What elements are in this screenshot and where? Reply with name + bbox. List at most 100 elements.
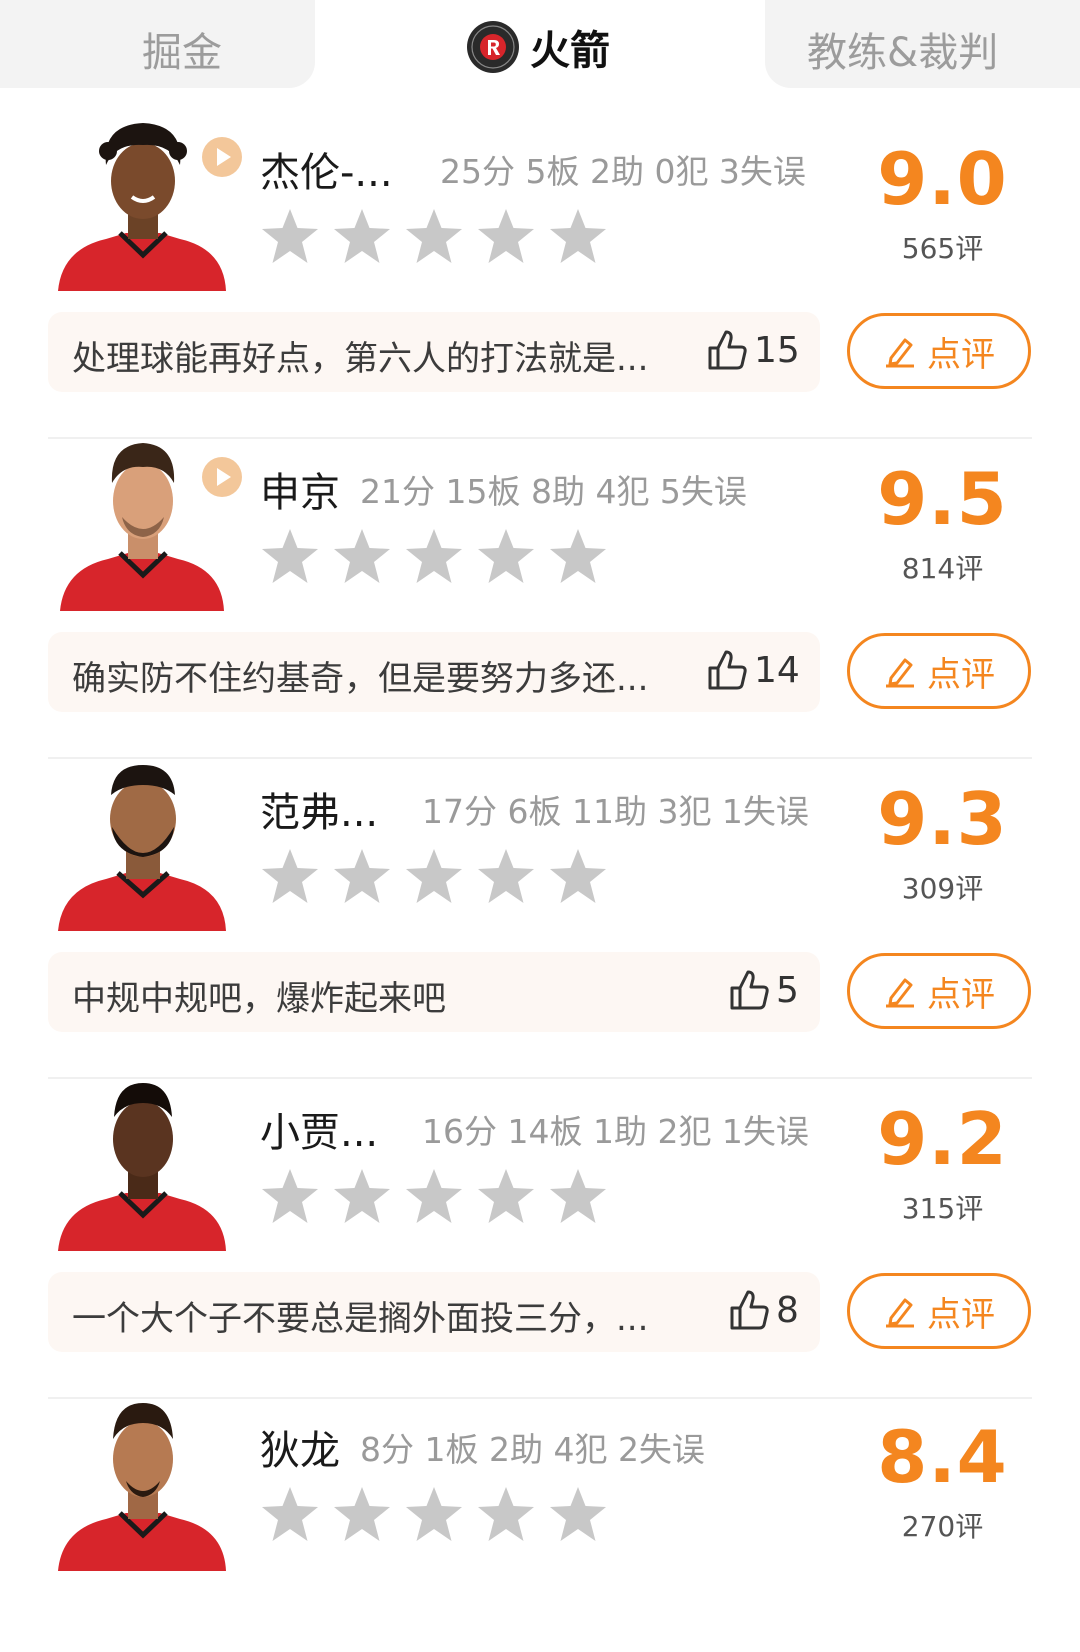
star-icon[interactable] [332, 1485, 392, 1543]
player-stats: 21分 15板 8助 4犯 5失误 [360, 472, 747, 511]
pen-icon [886, 338, 914, 368]
player-card: 狄龙 8分 1板 2助 4犯 2失误 8.4 270评 [0, 1393, 1080, 1652]
rating-count: 315评 [901, 1192, 984, 1225]
player-name[interactable]: 狄龙 [260, 1418, 340, 1476]
like-button[interactable]: 15 [706, 328, 800, 372]
star-icon[interactable] [476, 847, 536, 905]
rating-stars[interactable] [260, 1485, 620, 1543]
star-icon[interactable] [476, 207, 536, 265]
play-video-icon[interactable] [201, 456, 243, 498]
thumbs-up-icon [730, 970, 769, 1010]
rating-count: 309评 [901, 872, 984, 905]
player-avatar[interactable] [58, 755, 226, 931]
star-icon[interactable] [476, 1485, 536, 1543]
tab-rockets[interactable]: 火箭 [466, 18, 610, 76]
like-count: 15 [754, 329, 800, 371]
star-icon[interactable] [260, 527, 320, 585]
review-button[interactable]: 点评 [847, 633, 1031, 709]
player-stats: 17分 6板 11助 3犯 1失误 [422, 792, 809, 831]
star-icon[interactable] [404, 847, 464, 905]
star-icon[interactable] [404, 527, 464, 585]
like-button[interactable]: 5 [728, 968, 799, 1012]
top-comment[interactable]: 处理球能再好点，第六人的打法就是... 15 [48, 312, 820, 392]
star-icon[interactable] [404, 1485, 464, 1543]
review-label: 点评 [927, 974, 995, 1015]
star-icon[interactable] [404, 207, 464, 265]
team-tabs: 掘金 火箭 教练&裁判 [0, 0, 1080, 92]
star-icon[interactable] [332, 207, 392, 265]
rating-stars[interactable] [260, 207, 620, 265]
like-count: 5 [776, 969, 799, 1011]
star-icon[interactable] [548, 1167, 608, 1225]
player-name[interactable]: 杰伦-... [260, 140, 393, 198]
star-icon[interactable] [260, 207, 320, 265]
rating-stars[interactable] [260, 847, 620, 905]
star-icon[interactable] [332, 1167, 392, 1225]
player-stats: 8分 1板 2助 4犯 2失误 [360, 1430, 705, 1469]
star-icon[interactable] [404, 1167, 464, 1225]
review-label: 点评 [927, 654, 995, 695]
pen-icon [886, 1298, 914, 1328]
like-button[interactable]: 14 [706, 648, 800, 692]
star-icon[interactable] [260, 1167, 320, 1225]
review-button[interactable]: 点评 [847, 1273, 1031, 1349]
comment-text: 确实防不住约基奇，但是要努力多还... [72, 659, 649, 699]
rating-count: 565评 [901, 232, 984, 265]
tab-coach-referee[interactable]: 教练&裁判 [765, 0, 1080, 88]
player-name[interactable]: 小贾... [260, 1100, 378, 1158]
player-name[interactable]: 申京 [260, 460, 340, 518]
player-rating: 9.2 [877, 1097, 1008, 1181]
player-card: 杰伦-... 25分 5板 2助 0犯 3失误 9.0 565评 处理球能再好点… [0, 115, 1080, 453]
tab-coach-referee-label: 教练&裁判 [807, 30, 999, 76]
comment-text: 中规中规吧，爆炸起来吧 [72, 979, 446, 1019]
review-button[interactable]: 点评 [847, 953, 1031, 1029]
comment-text: 一个大个子不要总是搁外面投三分，... [72, 1299, 649, 1339]
player-card: 范弗... 17分 6板 11助 3犯 1失误 9.3 309评 中规中规吧，爆… [0, 755, 1080, 1093]
thumbs-up-icon [730, 1290, 769, 1330]
star-icon[interactable] [476, 1167, 536, 1225]
top-comment[interactable]: 中规中规吧，爆炸起来吧 5 [48, 952, 820, 1032]
player-rating: 8.4 [877, 1415, 1008, 1499]
review-button[interactable]: 点评 [847, 313, 1031, 389]
thumbs-up-icon [708, 650, 747, 690]
top-comment[interactable]: 确实防不住约基奇，但是要努力多还... 14 [48, 632, 820, 712]
top-comment[interactable]: 一个大个子不要总是搁外面投三分，... 8 [48, 1272, 820, 1352]
star-icon[interactable] [476, 527, 536, 585]
player-stats: 25分 5板 2助 0犯 3失误 [440, 152, 806, 191]
comment-text: 处理球能再好点，第六人的打法就是... [72, 339, 649, 379]
player-name[interactable]: 范弗... [260, 780, 378, 838]
player-rating: 9.0 [877, 137, 1008, 221]
star-icon[interactable] [548, 847, 608, 905]
thumbs-up-icon [708, 330, 747, 370]
like-count: 8 [776, 1289, 799, 1331]
star-icon[interactable] [260, 847, 320, 905]
tab-rockets-label: 火箭 [530, 28, 610, 74]
player-rating: 9.3 [877, 777, 1008, 861]
review-label: 点评 [927, 1294, 995, 1335]
rating-stars[interactable] [260, 527, 620, 585]
player-avatar[interactable] [58, 1075, 226, 1251]
player-card: 小贾... 16分 14板 1助 2犯 1失误 9.2 315评 一个大个子不要… [0, 1075, 1080, 1413]
star-icon[interactable] [548, 207, 608, 265]
rockets-logo-icon [467, 21, 519, 73]
review-label: 点评 [927, 334, 995, 375]
pen-icon [886, 658, 914, 688]
star-icon[interactable] [260, 1485, 320, 1543]
player-stats: 16分 14板 1助 2犯 1失误 [422, 1112, 809, 1151]
star-icon[interactable] [332, 527, 392, 585]
player-avatar[interactable] [58, 1395, 226, 1571]
like-count: 14 [754, 649, 800, 691]
player-rating: 9.5 [877, 457, 1008, 541]
player-card: 申京 21分 15板 8助 4犯 5失误 9.5 814评 确实防不住约基奇，但… [0, 435, 1080, 773]
play-video-icon[interactable] [201, 136, 243, 178]
star-icon[interactable] [548, 1485, 608, 1543]
rating-count: 814评 [901, 552, 984, 585]
star-icon[interactable] [332, 847, 392, 905]
rating-stars[interactable] [260, 1167, 620, 1225]
rating-count: 270评 [901, 1510, 984, 1543]
star-icon[interactable] [548, 527, 608, 585]
pen-icon [886, 978, 914, 1008]
tab-nuggets-label: 掘金 [142, 30, 222, 76]
tab-nuggets[interactable]: 掘金 [0, 0, 315, 88]
like-button[interactable]: 8 [728, 1288, 799, 1332]
